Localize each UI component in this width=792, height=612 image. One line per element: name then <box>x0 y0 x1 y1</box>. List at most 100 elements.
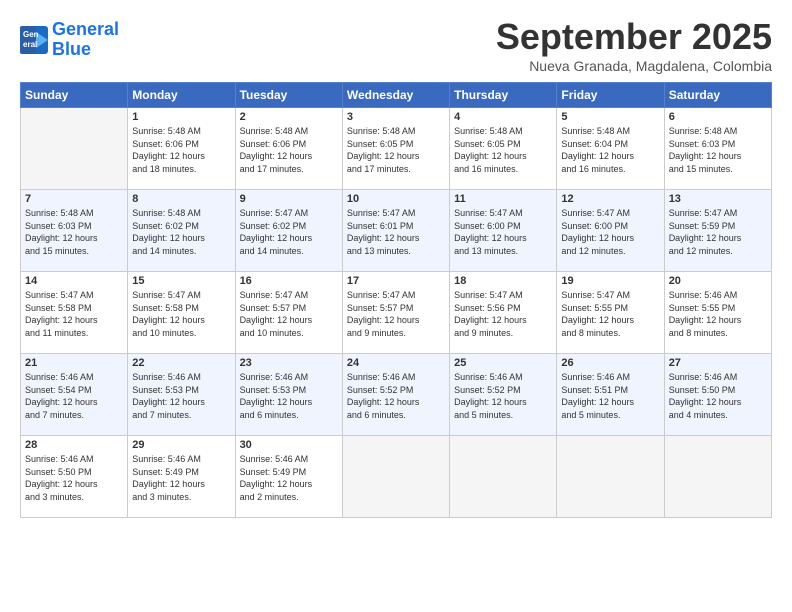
calendar-week-row: 28Sunrise: 5:46 AMSunset: 5:50 PMDayligh… <box>21 436 772 518</box>
day-info: Sunrise: 5:46 AMSunset: 5:53 PMDaylight:… <box>240 371 338 421</box>
header-saturday: Saturday <box>664 83 771 108</box>
day-number: 29 <box>132 439 230 451</box>
table-row: 11 Sunrise: 5:47 AMSunset: 6:00 PMDayligh… <box>450 190 557 272</box>
day-number: 16 <box>240 275 338 287</box>
day-number: 22 <box>132 357 230 369</box>
calendar-header-row: Sunday Monday Tuesday Wednesday Thursday… <box>21 83 772 108</box>
table-row <box>557 436 664 518</box>
day-info: Sunrise: 5:48 AMSunset: 6:03 PMDaylight:… <box>669 125 767 175</box>
day-info: Sunrise: 5:46 AMSunset: 5:49 PMDaylight:… <box>132 453 230 503</box>
day-info: Sunrise: 5:48 AMSunset: 6:04 PMDaylight:… <box>561 125 659 175</box>
table-row: 18 Sunrise: 5:47 AMSunset: 5:56 PMDayligh… <box>450 272 557 354</box>
logo: Gen eral General Blue <box>20 20 119 60</box>
table-row: 10 Sunrise: 5:47 AMSunset: 6:01 PMDayligh… <box>342 190 449 272</box>
day-number: 14 <box>25 275 123 287</box>
table-row: 9 Sunrise: 5:47 AMSunset: 6:02 PMDaylight… <box>235 190 342 272</box>
day-info: Sunrise: 5:46 AMSunset: 5:52 PMDaylight:… <box>454 371 552 421</box>
day-number: 18 <box>454 275 552 287</box>
day-info: Sunrise: 5:47 AMSunset: 5:58 PMDaylight:… <box>25 289 123 339</box>
table-row: 12Sunrise: 5:47 AMSunset: 6:00 PMDayligh… <box>557 190 664 272</box>
day-info: Sunrise: 5:48 AMSunset: 6:03 PMDaylight:… <box>25 207 123 257</box>
header-monday: Monday <box>128 83 235 108</box>
table-row: 5Sunrise: 5:48 AMSunset: 6:04 PMDaylight… <box>557 108 664 190</box>
day-info: Sunrise: 5:46 AMSunset: 5:49 PMDaylight:… <box>240 453 338 503</box>
day-info: Sunrise: 5:48 AMSunset: 6:02 PMDaylight:… <box>132 207 230 257</box>
month-title: September 2025 <box>496 16 772 58</box>
logo-line2: Blue <box>52 39 91 59</box>
table-row: 19 Sunrise: 5:47 AMSunset: 5:55 PMDayligh… <box>557 272 664 354</box>
day-info: Sunrise: 5:46 AMSunset: 5:54 PMDaylight:… <box>25 371 123 421</box>
day-number: 15 <box>132 275 230 287</box>
calendar-week-row: 14 Sunrise: 5:47 AMSunset: 5:58 PMDayligh… <box>21 272 772 354</box>
day-info: Sunrise: 5:47 AMSunset: 5:56 PMDaylight:… <box>454 289 552 339</box>
day-number: 6 <box>669 111 767 123</box>
day-info: Sunrise: 5:47 AMSunset: 6:01 PMDaylight:… <box>347 207 445 257</box>
table-row: 1Sunrise: 5:48 AMSunset: 6:06 PMDaylight… <box>128 108 235 190</box>
table-row: 14 Sunrise: 5:47 AMSunset: 5:58 PMDayligh… <box>21 272 128 354</box>
day-number: 17 <box>347 275 445 287</box>
day-info: Sunrise: 5:47 AMSunset: 5:57 PMDaylight:… <box>240 289 338 339</box>
svg-text:Gen: Gen <box>23 30 39 39</box>
day-number: 27 <box>669 357 767 369</box>
table-row: 21 Sunrise: 5:46 AMSunset: 5:54 PMDayligh… <box>21 354 128 436</box>
table-row: 30Sunrise: 5:46 AMSunset: 5:49 PMDayligh… <box>235 436 342 518</box>
table-row: 2Sunrise: 5:48 AMSunset: 6:06 PMDaylight… <box>235 108 342 190</box>
calendar-week-row: 7 Sunrise: 5:48 AMSunset: 6:03 PMDaylight… <box>21 190 772 272</box>
day-number: 26 <box>561 357 659 369</box>
table-row <box>342 436 449 518</box>
day-number: 7 <box>25 193 123 205</box>
table-row: 15Sunrise: 5:47 AMSunset: 5:58 PMDayligh… <box>128 272 235 354</box>
table-row: 23 Sunrise: 5:46 AMSunset: 5:53 PMDayligh… <box>235 354 342 436</box>
day-info: Sunrise: 5:48 AMSunset: 6:05 PMDaylight:… <box>347 125 445 175</box>
day-number: 12 <box>561 193 659 205</box>
header-sunday: Sunday <box>21 83 128 108</box>
table-row: 3 Sunrise: 5:48 AMSunset: 6:05 PMDaylight… <box>342 108 449 190</box>
table-row: 7 Sunrise: 5:48 AMSunset: 6:03 PMDaylight… <box>21 190 128 272</box>
day-number: 3 <box>347 111 445 123</box>
table-row <box>21 108 128 190</box>
day-info: Sunrise: 5:47 AMSunset: 5:57 PMDaylight:… <box>347 289 445 339</box>
table-row: 8 Sunrise: 5:48 AMSunset: 6:02 PMDaylight… <box>128 190 235 272</box>
header-friday: Friday <box>557 83 664 108</box>
day-info: Sunrise: 5:46 AMSunset: 5:55 PMDaylight:… <box>669 289 767 339</box>
table-row: 4Sunrise: 5:48 AMSunset: 6:05 PMDaylight… <box>450 108 557 190</box>
day-number: 24 <box>347 357 445 369</box>
day-number: 23 <box>240 357 338 369</box>
logo-text: General Blue <box>52 20 119 60</box>
table-row <box>664 436 771 518</box>
day-info: Sunrise: 5:46 AMSunset: 5:53 PMDaylight:… <box>132 371 230 421</box>
day-number: 13 <box>669 193 767 205</box>
day-info: Sunrise: 5:48 AMSunset: 6:06 PMDaylight:… <box>132 125 230 175</box>
day-number: 8 <box>132 193 230 205</box>
day-info: Sunrise: 5:47 AMSunset: 6:02 PMDaylight:… <box>240 207 338 257</box>
day-number: 25 <box>454 357 552 369</box>
day-number: 11 <box>454 193 552 205</box>
day-info: Sunrise: 5:48 AMSunset: 6:06 PMDaylight:… <box>240 125 338 175</box>
day-info: Sunrise: 5:47 AMSunset: 5:55 PMDaylight:… <box>561 289 659 339</box>
table-row: 28Sunrise: 5:46 AMSunset: 5:50 PMDayligh… <box>21 436 128 518</box>
day-number: 20 <box>669 275 767 287</box>
day-info: Sunrise: 5:46 AMSunset: 5:52 PMDaylight:… <box>347 371 445 421</box>
logo-icon: Gen eral <box>20 26 48 54</box>
calendar-week-row: 21 Sunrise: 5:46 AMSunset: 5:54 PMDayligh… <box>21 354 772 436</box>
day-info: Sunrise: 5:47 AMSunset: 6:00 PMDaylight:… <box>454 207 552 257</box>
svg-text:eral: eral <box>23 40 37 49</box>
calendar-table: Sunday Monday Tuesday Wednesday Thursday… <box>20 82 772 518</box>
header-thursday: Thursday <box>450 83 557 108</box>
day-number: 19 <box>561 275 659 287</box>
table-row: 26 Sunrise: 5:46 AMSunset: 5:51 PMDayligh… <box>557 354 664 436</box>
logo-line1: General <box>52 19 119 39</box>
day-number: 21 <box>25 357 123 369</box>
header-tuesday: Tuesday <box>235 83 342 108</box>
table-row: 25 Sunrise: 5:46 AMSunset: 5:52 PMDayligh… <box>450 354 557 436</box>
table-row: 24 Sunrise: 5:46 AMSunset: 5:52 PMDayligh… <box>342 354 449 436</box>
calendar-week-row: 1Sunrise: 5:48 AMSunset: 6:06 PMDaylight… <box>21 108 772 190</box>
table-row: 27 Sunrise: 5:46 AMSunset: 5:50 PMDayligh… <box>664 354 771 436</box>
table-row: 13Sunrise: 5:47 AMSunset: 5:59 PMDayligh… <box>664 190 771 272</box>
day-info: Sunrise: 5:46 AMSunset: 5:51 PMDaylight:… <box>561 371 659 421</box>
header-wednesday: Wednesday <box>342 83 449 108</box>
day-number: 9 <box>240 193 338 205</box>
day-number: 10 <box>347 193 445 205</box>
day-info: Sunrise: 5:46 AMSunset: 5:50 PMDaylight:… <box>669 371 767 421</box>
table-row <box>450 436 557 518</box>
